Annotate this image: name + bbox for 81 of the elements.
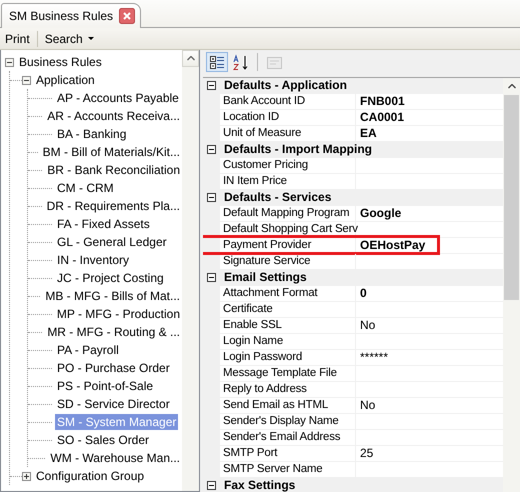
tree-item[interactable]: PO - Purchase Order — [55, 360, 172, 376]
property-name: Login Name — [220, 334, 356, 349]
tree-item[interactable]: Configuration Group — [34, 468, 146, 484]
property-value[interactable]: 25 — [360, 446, 374, 460]
tree-item[interactable]: SO - Sales Order — [55, 432, 152, 448]
property-name: SMTP Port — [220, 446, 356, 461]
tree-item[interactable]: FA - Fixed Assets — [55, 216, 152, 232]
tree-item[interactable]: Business Rules — [17, 54, 104, 70]
toolbar-button[interactable]: Print — [2, 30, 33, 48]
document-tab[interactable]: SM Business Rules — [1, 3, 142, 28]
tree-item[interactable]: PA - Payroll — [55, 342, 121, 358]
collapse-icon[interactable] — [5, 58, 14, 66]
menu-button[interactable]: Search — [42, 30, 97, 48]
collapse-icon[interactable] — [22, 76, 31, 84]
property-value[interactable]: No — [360, 318, 376, 332]
collapse-icon[interactable] — [207, 81, 216, 90]
tree-item[interactable]: CM - CRM — [55, 180, 116, 196]
property-name: SMTP Server Name — [220, 462, 356, 477]
tree-item[interactable]: IN - Inventory — [55, 252, 132, 268]
tree-item[interactable]: PS - Point-of-Sale — [55, 378, 156, 394]
property-value[interactable]: Google — [360, 206, 402, 220]
scrollbar[interactable] — [503, 78, 520, 492]
property-name: Signature Service — [220, 254, 356, 269]
tree-item[interactable]: BA - Banking — [55, 126, 128, 142]
property-name: Customer Pricing — [220, 158, 356, 173]
property-name: Reply to Address — [220, 382, 356, 397]
property-value[interactable]: 0 — [360, 286, 367, 300]
caret-icon — [88, 37, 94, 40]
chevron-up-icon — [508, 84, 516, 89]
category-header: Email Settings — [220, 270, 503, 285]
property-name: Default Shopping Cart Serv — [220, 222, 356, 237]
category-header: Fax Settings — [220, 478, 503, 492]
property-name: Sender's Display Name — [220, 414, 356, 429]
property-name: Certificate — [220, 302, 356, 317]
category-header: Defaults - Services — [220, 190, 503, 205]
collapse-icon[interactable] — [207, 481, 216, 490]
property-name: Sender's Email Address — [220, 430, 356, 445]
tree-item[interactable]: SD - Service Director — [55, 396, 172, 412]
tree-item[interactable]: MB - MFG - Bills of Mat... — [43, 288, 182, 304]
tree-item[interactable]: Application — [34, 72, 97, 88]
collapse-icon[interactable] — [207, 145, 216, 154]
scroll-thumb[interactable] — [504, 95, 519, 300]
categorized-view-button[interactable] — [206, 52, 228, 72]
tree-item[interactable]: AP - Accounts Payable — [55, 90, 181, 106]
scroll-up-button[interactable] — [182, 50, 199, 67]
tree-item[interactable]: DR - Requirements Pla... — [44, 198, 182, 214]
tree-item[interactable]: AR - Accounts Receiva... — [45, 108, 182, 124]
property-name: Attachment Format — [220, 286, 356, 301]
collapse-icon[interactable] — [207, 193, 216, 202]
tree-item[interactable]: GL - General Ledger — [55, 234, 169, 250]
property-name: Location ID — [220, 110, 356, 125]
property-value[interactable]: OEHostPay — [360, 238, 426, 252]
category-header: Defaults - Import Mapping — [220, 142, 503, 157]
tree-item[interactable]: MR - MFG - Routing & ... — [45, 324, 182, 340]
category-header: Defaults - Application — [220, 78, 503, 93]
list-icon — [208, 54, 226, 70]
collapse-icon[interactable] — [207, 273, 216, 282]
tree-item[interactable]: BR - Bank Reconciliation — [45, 162, 182, 178]
property-name: Default Mapping Program — [220, 206, 356, 221]
property-value[interactable]: EA — [360, 126, 377, 140]
tree-item[interactable]: WM - Warehouse Man... — [48, 450, 182, 466]
property-name: Enable SSL — [220, 318, 356, 333]
property-name: Bank Account ID — [220, 94, 356, 109]
property-value[interactable]: ****** — [360, 350, 388, 364]
scrollbar[interactable] — [182, 50, 199, 491]
property-name: Send Email as HTML — [220, 398, 356, 413]
property-name: Payment Provider — [220, 238, 356, 253]
property-value[interactable]: No — [360, 398, 376, 412]
sort-az-icon — [232, 54, 250, 70]
expand-icon[interactable] — [22, 472, 31, 480]
property-value[interactable]: CA0001 — [360, 110, 404, 124]
tree-item[interactable]: MP - MFG - Production — [54, 306, 182, 322]
property-name: IN Item Price — [220, 174, 356, 189]
property-name: Login Password — [220, 350, 356, 365]
close-icon[interactable] — [119, 8, 136, 24]
chevron-up-icon — [186, 56, 194, 61]
property-name: Unit of Measure — [220, 126, 356, 141]
tree-item[interactable]: BM - Bill of Materials/Kit... — [40, 144, 182, 160]
property-value[interactable]: FNB001 — [360, 94, 405, 108]
property-name: Message Template File — [220, 366, 356, 381]
tree-item[interactable]: JC - Project Costing — [55, 270, 166, 286]
